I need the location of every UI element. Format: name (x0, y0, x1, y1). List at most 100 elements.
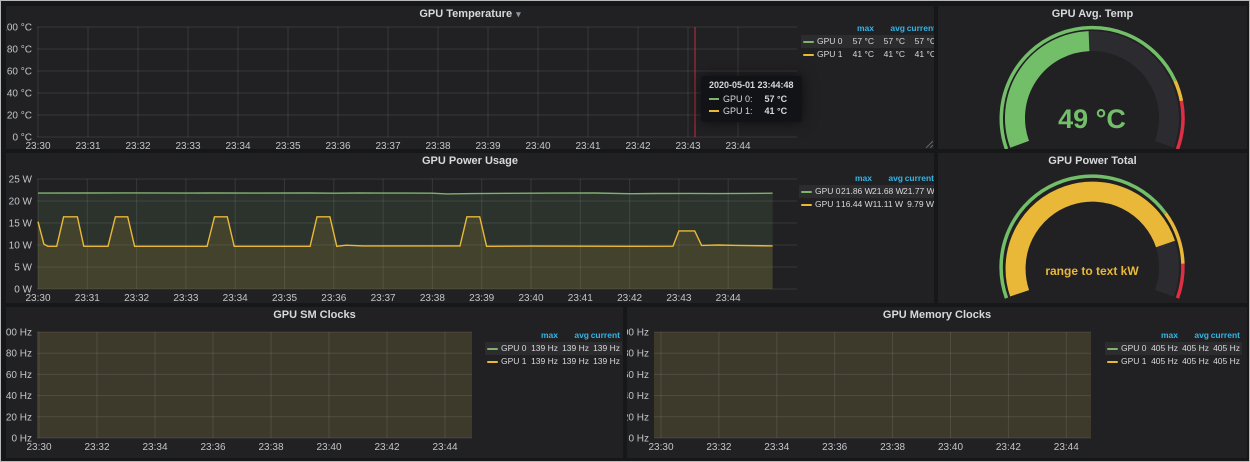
x-axis-tick-label: 23:36 (321, 293, 346, 303)
gauge-track-arc (1164, 244, 1169, 293)
panel-title[interactable]: GPU Memory Clocks (883, 309, 991, 321)
legend-series-toggle[interactable]: GPU 0 (1107, 342, 1147, 355)
x-axis-tick-label: 23:40 (316, 442, 341, 453)
legend-series-toggle[interactable]: GPU 0 (801, 185, 841, 198)
legend-value: 21.68 W (872, 185, 903, 198)
legend-series-toggle[interactable]: GPU 0 (803, 35, 843, 48)
legend-value: 139 Hz (527, 355, 558, 368)
legend-header-max[interactable]: max (1147, 329, 1178, 342)
x-axis-tick-label: 23:30 (25, 293, 50, 303)
legend-value: 57 °C (905, 35, 934, 48)
legend-series-toggle[interactable]: GPU 1 (487, 355, 527, 368)
chevron-down-icon[interactable]: ▾ (516, 9, 521, 19)
x-axis-tick-label: 23:40 (525, 141, 550, 149)
legend-row: GPU 116.44 W11.11 W9.79 W (799, 198, 934, 211)
x-axis-tick-label: 23:40 (518, 293, 543, 303)
tooltip-timestamp: 2020-05-01 23:44:48 (709, 80, 794, 90)
legend-header-max[interactable]: max (527, 329, 558, 342)
legend-header-current[interactable]: current (589, 329, 620, 342)
tooltip-row: GPU 1: 41 °C (709, 105, 794, 117)
legend-row: GPU 021.86 W21.68 W21.77 W (799, 185, 934, 198)
legend-header-avg[interactable]: avg (558, 329, 589, 342)
tooltip-series-label: GPU 1: (723, 106, 753, 116)
tooltip-series-value: 57 °C (765, 94, 788, 104)
panel-gpu-sm-clocks: GPU SM Clocks 0 Hz20 Hz40 Hz60 Hz80 Hz10… (6, 307, 623, 458)
legend-value: 57 °C (874, 35, 905, 48)
x-axis-tick-label: 23:37 (375, 141, 400, 149)
legend-header-avg[interactable]: avg (872, 172, 903, 185)
legend-header-avg[interactable]: avg (874, 22, 905, 35)
panel-title[interactable]: GPU Power Usage (422, 155, 518, 167)
legend-header-row: maxavgcurrent (485, 329, 622, 342)
legend-value: 405 Hz (1147, 342, 1178, 355)
panel-title[interactable]: GPU Avg. Temp (1052, 8, 1134, 20)
y-axis-tick-label: 25 W (9, 175, 33, 186)
x-axis-tick-label: 23:41 (575, 141, 600, 149)
legend-value: 405 Hz (1178, 342, 1209, 355)
x-axis-tick-label: 23:36 (822, 442, 847, 453)
series-color-dash (801, 191, 812, 193)
y-axis-tick-label: 40 Hz (627, 391, 649, 402)
legend-header-row: maxavgcurrent (1105, 329, 1242, 342)
panel-title[interactable]: GPU Temperature (419, 8, 512, 20)
avg-temp-gauge: 49 °C (938, 6, 1247, 149)
y-axis-tick-label: 80 °C (7, 45, 32, 56)
x-axis-tick-label: 23:44 (432, 442, 457, 453)
panel-title-bar: GPU Power Total (938, 155, 1247, 167)
y-axis-tick-label: 15 W (9, 219, 33, 230)
legend-header-avg[interactable]: avg (1178, 329, 1209, 342)
x-axis-tick-label: 23:43 (675, 141, 700, 149)
x-axis-tick-label: 23:35 (272, 293, 297, 303)
legend-row: GPU 1405 Hz405 Hz405 Hz (1105, 355, 1242, 368)
legend-row: GPU 0139 Hz139 Hz139 Hz (485, 342, 622, 355)
legend-value: 405 Hz (1178, 355, 1209, 368)
legend-header-current[interactable]: current (905, 22, 934, 35)
x-axis-tick-label: 23:44 (716, 293, 741, 303)
legend-header-max[interactable]: max (843, 22, 874, 35)
x-axis-tick-label: 23:33 (175, 141, 200, 149)
legend-value: 405 Hz (1147, 355, 1178, 368)
legend-value: 139 Hz (589, 342, 620, 355)
power-usage-chart[interactable]: 0 W5 W10 W15 W20 W25 W23:3023:3123:3223:… (6, 153, 934, 303)
power-usage-legend: maxavgcurrentGPU 021.86 W21.68 W21.77 WG… (799, 172, 934, 211)
legend-value: 57 °C (843, 35, 874, 48)
x-axis-tick-label: 23:38 (425, 141, 450, 149)
legend-series-toggle[interactable]: GPU 1 (801, 198, 841, 211)
panel-title-bar: GPU Power Usage (6, 155, 934, 167)
panel-title[interactable]: GPU SM Clocks (273, 309, 356, 321)
series-fill-clipped (654, 332, 1091, 438)
panel-title-bar: GPU Avg. Temp (938, 8, 1247, 20)
x-axis-tick-label: 23:42 (996, 442, 1021, 453)
legend-value: 21.86 W (841, 185, 872, 198)
legend-series-toggle[interactable]: GPU 0 (487, 342, 527, 355)
panel-gpu-temperature: GPU Temperature▾ 0 °C20 °C40 °C60 °C80 °… (6, 6, 934, 149)
legend-series-toggle[interactable]: GPU 1 (803, 48, 843, 61)
sm-clocks-legend: maxavgcurrentGPU 0139 Hz139 Hz139 HzGPU … (485, 329, 622, 368)
x-axis-tick-label: 23:32 (706, 442, 731, 453)
x-axis-tick-label: 23:40 (938, 442, 963, 453)
legend-value: 16.44 W (841, 198, 872, 211)
x-axis-tick-label: 23:39 (469, 293, 494, 303)
x-axis-tick-label: 23:30 (648, 442, 673, 453)
x-axis-tick-label: 23:42 (374, 442, 399, 453)
y-axis-tick-label: 80 Hz (6, 349, 32, 360)
legend-header-max[interactable]: max (841, 172, 872, 185)
x-axis-tick-label: 23:39 (475, 141, 500, 149)
legend-header-current[interactable]: current (1209, 329, 1240, 342)
y-axis-tick-label: 20 W (9, 197, 33, 208)
gauge-value-label: range to text kW (1045, 264, 1139, 278)
series-color-dash (709, 98, 719, 100)
series-color-dash (487, 348, 498, 350)
legend-value: 139 Hz (558, 355, 589, 368)
panel-gpu-memory-clocks: GPU Memory Clocks 0 Hz20 Hz40 Hz60 Hz80 … (627, 307, 1247, 458)
y-axis-tick-label: 60 Hz (627, 370, 649, 381)
x-axis-tick-label: 23:30 (25, 141, 50, 149)
legend-header-current[interactable]: current (903, 172, 934, 185)
legend-value: 139 Hz (527, 342, 558, 355)
panel-title[interactable]: GPU Power Total (1048, 155, 1136, 167)
x-axis-tick-label: 23:34 (764, 442, 789, 453)
panel-resize-handle[interactable] (924, 139, 933, 148)
legend-series-toggle[interactable]: GPU 1 (1107, 355, 1147, 368)
panel-gpu-power-usage: GPU Power Usage 0 W5 W10 W15 W20 W25 W23… (6, 153, 934, 303)
legend-value: 139 Hz (589, 355, 620, 368)
